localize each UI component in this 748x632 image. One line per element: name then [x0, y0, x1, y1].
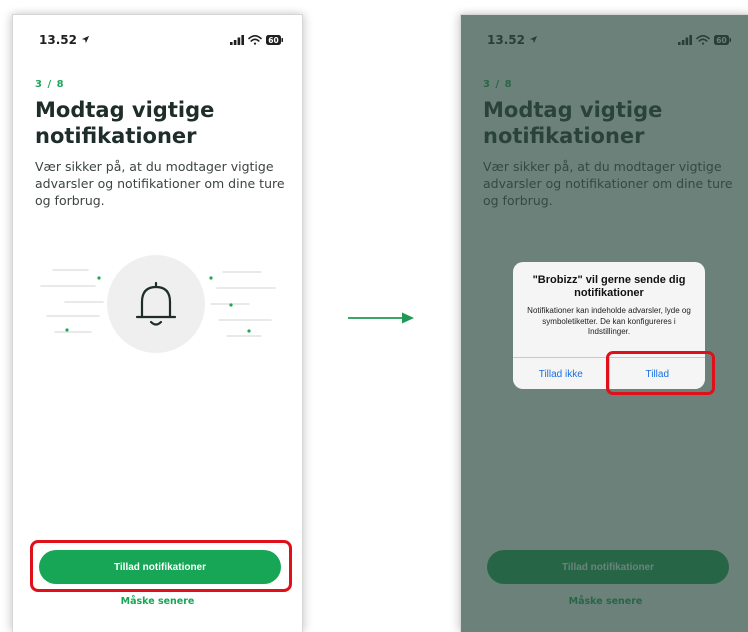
dialog-title: "Brobizz" vil gerne sende dig notifikati…: [532, 274, 686, 299]
arrow-right-icon: [348, 312, 414, 324]
page-description: Vær sikker på, at du modtager vigtige ad…: [35, 159, 285, 208]
highlight-allow-button: [606, 351, 715, 395]
wifi-icon: [248, 35, 262, 45]
page-title: Modtag vigtige notifikationer: [35, 98, 215, 148]
status-time-text: 13.52: [39, 33, 77, 47]
notification-illustration: [40, 255, 276, 353]
dont-allow-button[interactable]: Tillad ikke: [513, 358, 609, 389]
phone-screen-onboarding: 13.52 60 3 / 8 Modtag vigtige notifikati…: [12, 14, 303, 632]
phone-screen-permission-prompt: 13.52 60 3 / 8 Modtag vigtige notifikati…: [460, 14, 748, 632]
highlight-allow-notifications-button: [30, 540, 292, 592]
step-indicator: 3 / 8: [35, 79, 65, 90]
location-arrow-icon: [82, 35, 90, 44]
status-time: 13.52: [39, 33, 90, 47]
dialog-message: Notifikationer kan indeholde advarsler, …: [527, 306, 691, 336]
signal-icon: [230, 35, 244, 45]
maybe-later-link[interactable]: Måske senere: [13, 596, 302, 607]
battery-level-text: 60: [268, 36, 278, 45]
status-icons: 60: [230, 31, 284, 50]
